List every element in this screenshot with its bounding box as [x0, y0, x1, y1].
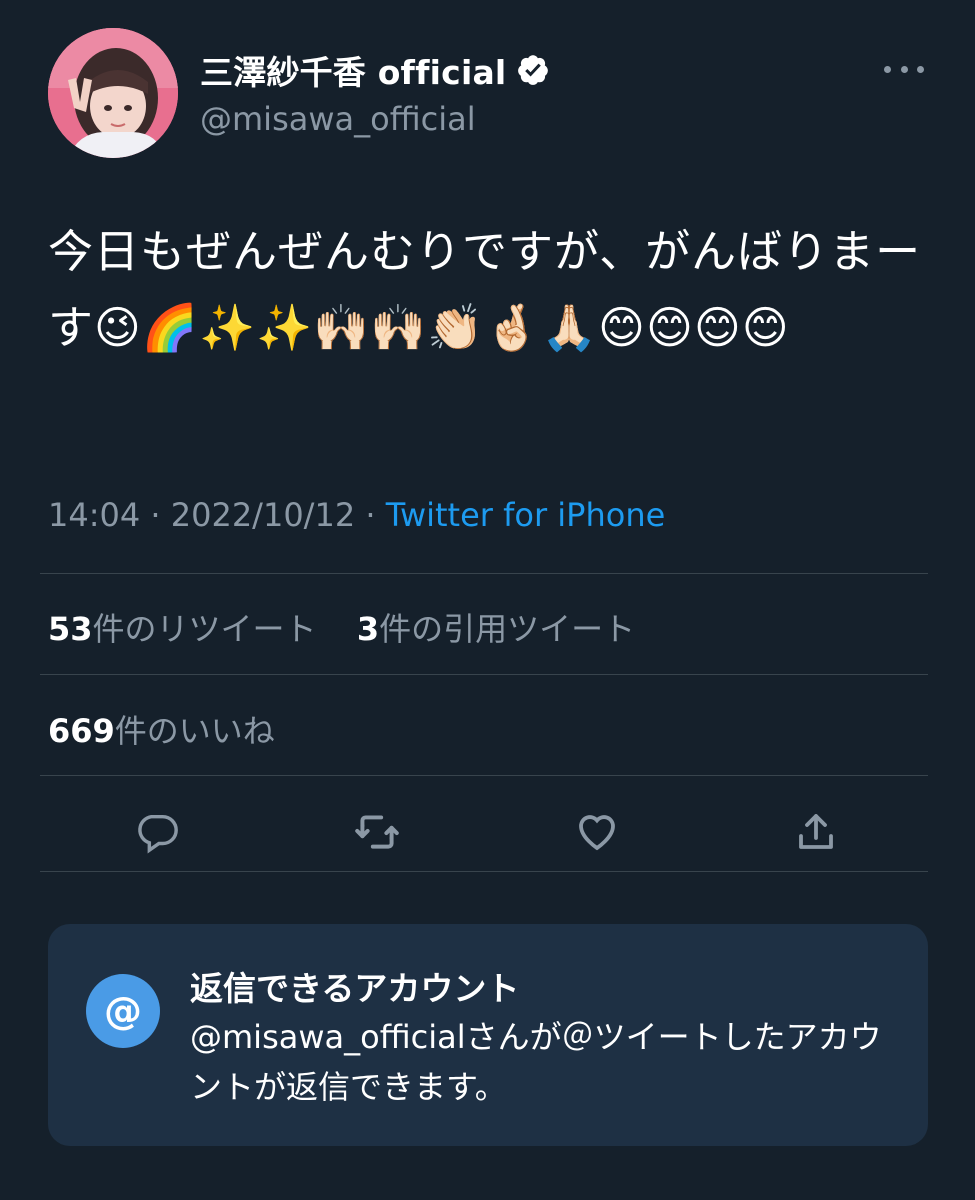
retweets-count: 53: [48, 610, 93, 648]
divider: [40, 775, 928, 776]
retweets-label: 件のリツイート: [92, 610, 317, 648]
tweet-meta: 14:04 · 2022/10/12 · Twitter for iPhone: [48, 496, 665, 534]
divider: [40, 573, 928, 574]
verified-badge-icon: [516, 53, 550, 87]
retweets-link[interactable]: 53件のリツイート: [48, 610, 317, 648]
retweet-stats: 53件のリツイート 3件の引用ツイート: [48, 604, 635, 650]
quotes-label: 件の引用ツイート: [379, 610, 636, 648]
like-stats[interactable]: 669件のいいね: [48, 706, 275, 752]
quotes-count: 3: [356, 610, 380, 648]
share-icon[interactable]: [788, 804, 844, 860]
divider: [40, 674, 928, 675]
tweet-header: 三澤紗千香 official @misawa_official: [48, 28, 928, 160]
retweet-icon[interactable]: [349, 804, 405, 860]
divider: [40, 871, 928, 872]
reply-restriction-body: @misawa_officialさんが＠ツイートしたアカウントが返信できます。: [190, 1012, 890, 1112]
quotes-link[interactable]: 3件の引用ツイート: [357, 610, 635, 648]
at-icon: @: [86, 974, 160, 1048]
profile-photo: [48, 28, 178, 158]
reply-icon[interactable]: [129, 804, 185, 860]
tweet-date: 2022/10/12: [170, 496, 356, 534]
more-horizontal-icon[interactable]: [884, 54, 924, 84]
handle[interactable]: @misawa_official: [200, 100, 476, 138]
display-name[interactable]: 三澤紗千香 official: [200, 46, 506, 94]
tweet-source-link[interactable]: Twitter for iPhone: [386, 496, 666, 534]
reply-restriction-card: @ 返信できるアカウント @misawa_officialさんが＠ツイートしたア…: [48, 924, 928, 1146]
tweet-time: 14:04: [48, 496, 141, 534]
meta-separator: ·: [365, 496, 376, 534]
action-bar: [40, 792, 928, 872]
meta-separator: ·: [150, 496, 161, 534]
heart-icon[interactable]: [569, 804, 625, 860]
likes-count: 669: [48, 712, 115, 750]
display-name-row: 三澤紗千香 official: [200, 42, 550, 98]
avatar[interactable]: [48, 28, 178, 158]
likes-label: 件のいいね: [114, 712, 275, 750]
reply-restriction-title: 返信できるアカウント: [190, 969, 520, 1008]
tweet-text: 今日もぜんぜんむりですが、がんばりまーす😉🌈✨✨🙌🏻🙌🏻👏🏻🤞🏻🙏🏻😊😊😊😊: [48, 225, 922, 354]
mentioned-handle[interactable]: @misawa_official: [190, 1018, 466, 1056]
